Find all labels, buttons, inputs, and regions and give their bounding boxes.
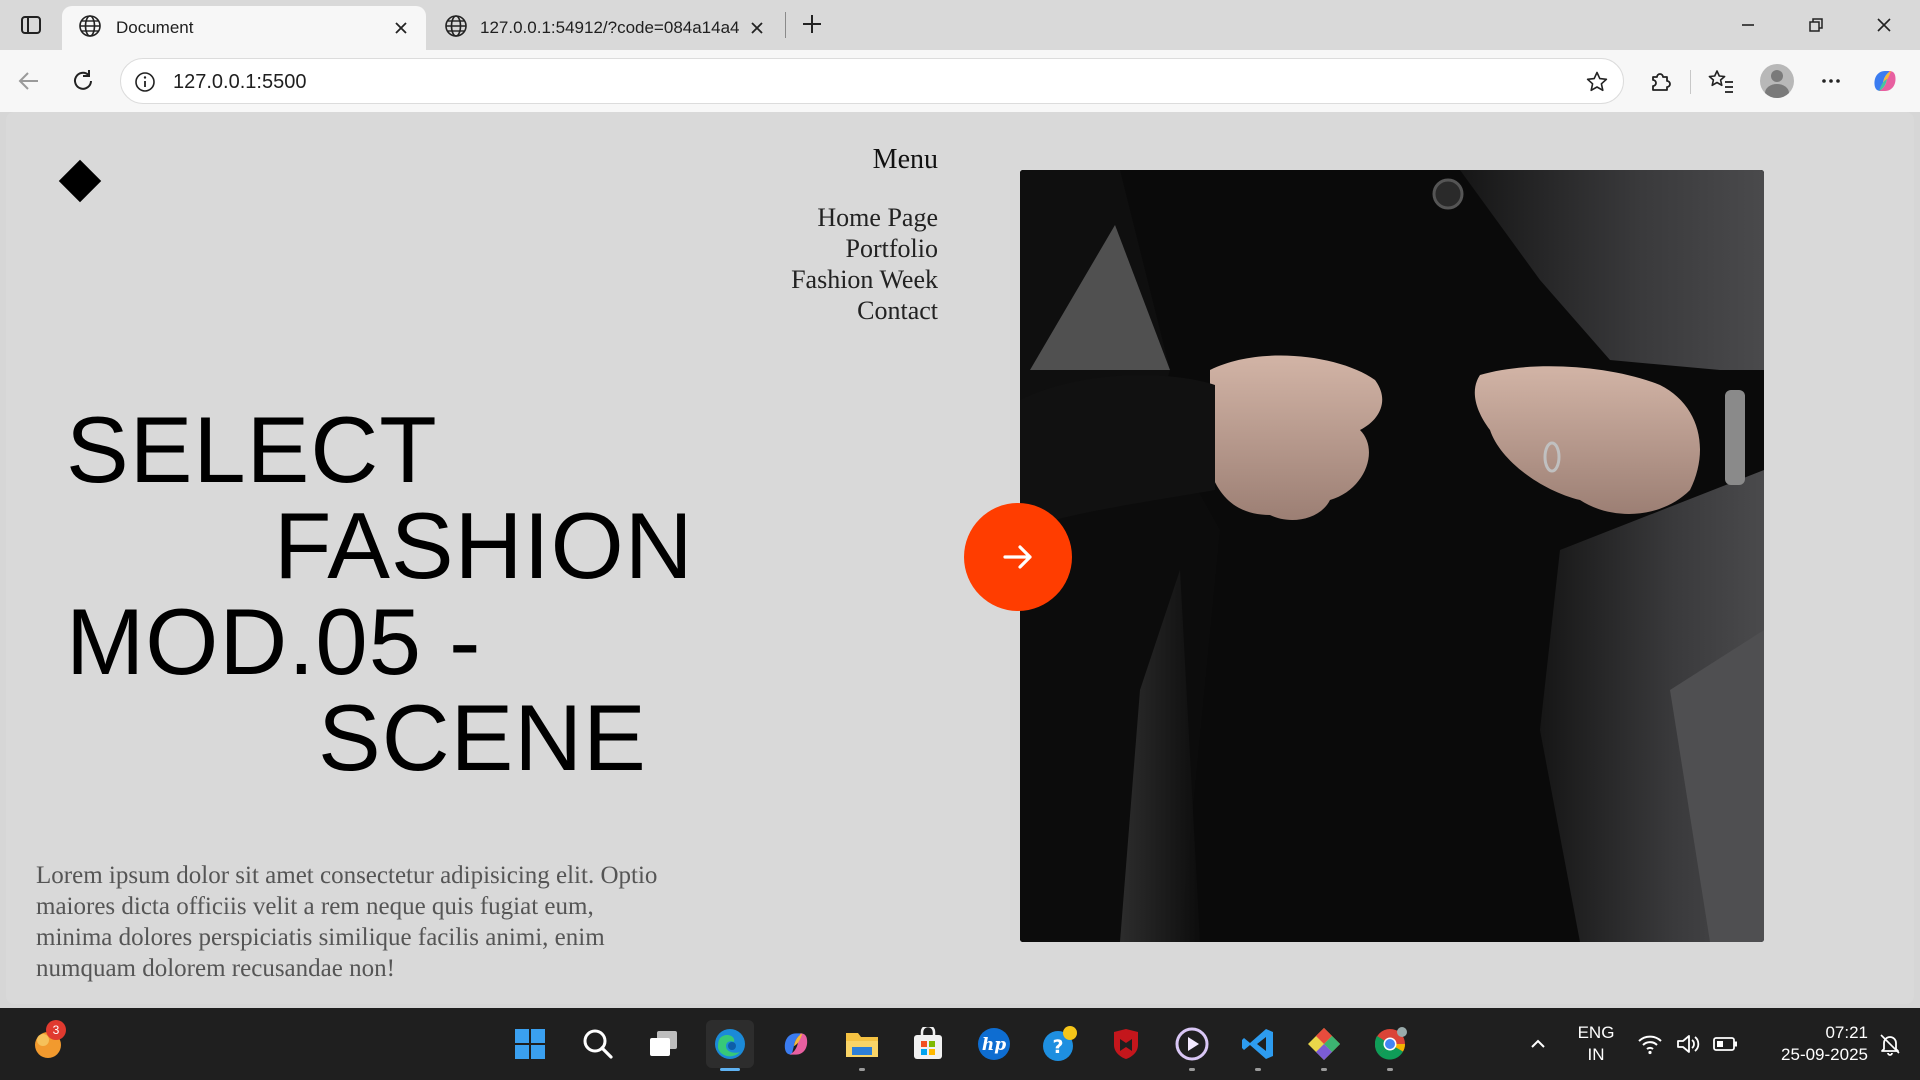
clock[interactable]: 07:21 25-09-2025 — [1756, 1022, 1868, 1066]
battery-icon[interactable] — [1706, 1020, 1746, 1068]
headline-line-2: FASHION — [274, 493, 694, 598]
restore-icon[interactable] — [1794, 8, 1838, 42]
next-arrow-button[interactable] — [964, 503, 1072, 611]
language-code: ENG — [1577, 1023, 1615, 1042]
tab-title: 127.0.0.1:54912/?code=084a14a4 — [480, 18, 740, 37]
wifi-icon[interactable] — [1630, 1020, 1670, 1068]
fashion-photo — [1020, 170, 1764, 942]
back-arrow-icon[interactable] — [10, 62, 48, 100]
intro-paragraph: Lorem ipsum dolor sit amet consectetur a… — [36, 862, 658, 982]
running-indicator — [1255, 1068, 1261, 1071]
fashion-photo-illustration — [1020, 170, 1764, 942]
arrow-right-icon — [1003, 545, 1032, 569]
diamond-logo-icon[interactable] — [58, 159, 102, 203]
microsoft-store-icon[interactable] — [904, 1020, 952, 1068]
region-code: IN — [1587, 1045, 1605, 1064]
search-icon[interactable] — [574, 1020, 622, 1068]
globe-icon — [444, 14, 468, 43]
tab-localhost[interactable]: 127.0.0.1:54912/?code=084a14a4 — [428, 6, 782, 50]
browser-toolbar: 127.0.0.1:5500 — [0, 50, 1920, 112]
menu-item-home-page[interactable]: Home Page — [791, 202, 938, 233]
copilot-icon[interactable] — [1866, 62, 1904, 100]
sidebar-toggle-icon[interactable] — [16, 10, 46, 40]
menu-title: Menu — [872, 144, 938, 175]
address-bar[interactable]: 127.0.0.1:5500 — [120, 58, 1624, 104]
clock-time: 07:21 — [1825, 1023, 1868, 1042]
active-indicator — [720, 1068, 740, 1071]
volume-icon[interactable] — [1668, 1020, 1708, 1068]
notification-badge: 3 — [46, 1020, 66, 1040]
running-indicator — [1189, 1068, 1195, 1071]
site-info-icon[interactable] — [133, 70, 157, 94]
menu-item-fashion-week[interactable]: Fashion Week — [791, 264, 938, 295]
profile-avatar[interactable] — [1760, 64, 1794, 98]
help-app-icon[interactable]: ? — [1036, 1020, 1084, 1068]
chevron-up-icon[interactable] — [1516, 1020, 1560, 1068]
svg-text:?: ? — [1052, 1036, 1063, 1058]
menu-item-portfolio[interactable]: Portfolio — [791, 233, 938, 264]
reload-icon[interactable] — [64, 62, 102, 100]
new-tab-icon[interactable] — [796, 8, 828, 40]
close-tab-icon[interactable] — [390, 17, 412, 39]
notification-bell-icon[interactable] — [1870, 1020, 1910, 1068]
menu-item-contact[interactable]: Contact — [791, 295, 938, 326]
chrome-icon[interactable] — [1366, 1020, 1414, 1071]
headline-line-1: SELECT — [66, 397, 438, 502]
running-indicator — [1387, 1068, 1393, 1071]
windows-start-icon[interactable] — [506, 1020, 554, 1068]
page-viewport: Menu Home Page Portfolio Fashion Week Co… — [6, 112, 1914, 1004]
more-options-icon[interactable] — [1812, 62, 1850, 100]
windows-taskbar: 3 hp ? ENG IN 07:21 25-09-2025 — [0, 1008, 1920, 1080]
toolbar-divider — [1690, 70, 1691, 94]
file-explorer-icon[interactable] — [838, 1020, 886, 1071]
task-view-icon[interactable] — [640, 1020, 688, 1068]
headline-line-4: SCENE — [318, 685, 647, 790]
main-menu: Home Page Portfolio Fashion Week Contact — [791, 202, 938, 326]
svg-text:hp: hp — [982, 1035, 1006, 1055]
edge-browser-icon[interactable] — [706, 1020, 754, 1071]
language-indicator[interactable]: ENG IN — [1574, 1022, 1618, 1066]
vscode-icon[interactable] — [1234, 1020, 1282, 1071]
extensions-puzzle-icon[interactable] — [1642, 62, 1680, 100]
tab-title: Document — [116, 18, 194, 37]
media-player-icon[interactable] — [1168, 1020, 1216, 1071]
browser-tab-bar: Document 127.0.0.1:54912/?code=084a14a4 — [0, 0, 1920, 50]
minimize-icon[interactable] — [1726, 8, 1770, 42]
favorites-icon[interactable] — [1702, 62, 1740, 100]
globe-icon — [78, 14, 102, 43]
close-window-icon[interactable] — [1862, 8, 1906, 42]
url-text[interactable]: 127.0.0.1:5500 — [173, 71, 306, 94]
favorite-star-icon[interactable] — [1583, 68, 1611, 96]
running-indicator — [1321, 1068, 1327, 1071]
hp-app-icon[interactable]: hp — [970, 1020, 1018, 1068]
git-tool-icon[interactable] — [1300, 1020, 1348, 1071]
tab-document[interactable]: Document — [62, 6, 426, 50]
close-tab-icon[interactable] — [746, 17, 768, 39]
mcafee-shield-icon[interactable] — [1102, 1020, 1150, 1068]
clock-date: 25-09-2025 — [1781, 1045, 1868, 1064]
tab-divider — [785, 12, 786, 38]
copilot-app-icon[interactable] — [772, 1020, 820, 1068]
headline-line-3: MOD.05 - — [66, 589, 482, 694]
running-indicator — [859, 1068, 865, 1071]
